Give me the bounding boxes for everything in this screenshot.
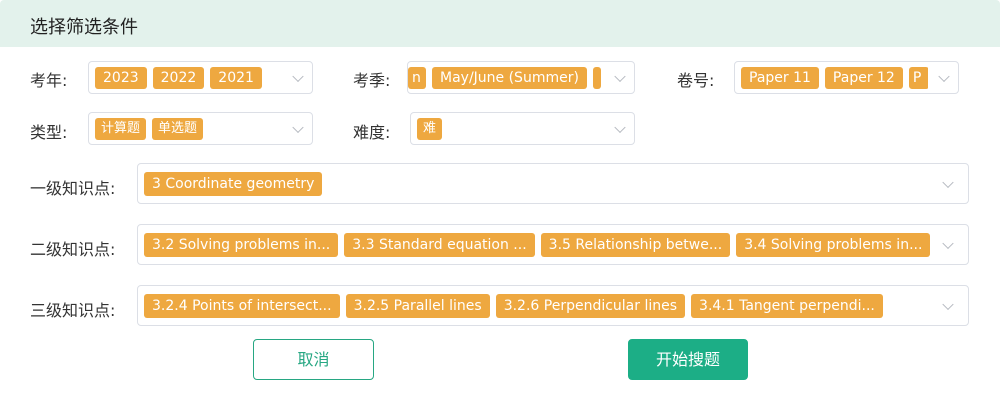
level3-label: 三级知识点:	[30, 301, 116, 320]
chevron-down-icon[interactable]	[292, 70, 304, 82]
level1-label: 一级知识点:	[30, 179, 116, 198]
chevron-down-icon[interactable]	[292, 121, 304, 133]
start-search-button[interactable]: 开始搜题	[628, 339, 748, 380]
year-tag: 2021	[210, 66, 262, 89]
level2-tag: 3.5 Relationship betwe...	[540, 232, 731, 257]
level1-tag: 3 Coordinate geometry	[144, 171, 323, 196]
paper-label: 卷号:	[677, 71, 715, 90]
year-label: 考年:	[30, 71, 68, 90]
level3-tag: 3.4.1 Tangent perpendi...	[691, 293, 883, 318]
chevron-down-icon[interactable]	[942, 176, 954, 188]
difficulty-tag: 难	[417, 117, 443, 140]
chevron-down-icon[interactable]	[614, 121, 626, 133]
dialog-title: 选择筛选条件	[30, 17, 138, 38]
paper-select[interactable]: Paper 11 Paper 12 P	[734, 61, 959, 94]
level2-tag: 3.2 Solving problems in...	[144, 232, 339, 257]
cancel-button[interactable]: 取消	[253, 339, 374, 380]
level3-tag: 3.2.5 Parallel lines	[345, 293, 490, 318]
level3-tag: 3.2.4 Points of intersect...	[144, 293, 340, 318]
chevron-down-icon[interactable]	[942, 298, 954, 310]
level2-select[interactable]: 3.2 Solving problems in... 3.3 Standard …	[137, 224, 969, 265]
season-select[interactable]: n May/June (Summer)	[407, 61, 635, 94]
season-tag: May/June (Summer)	[432, 66, 587, 89]
paper-tag: P	[908, 66, 928, 89]
difficulty-select[interactable]: 难	[410, 112, 635, 145]
chevron-down-icon[interactable]	[614, 70, 626, 82]
season-label: 考季:	[353, 71, 391, 90]
level2-tag: 3.3 Standard equation ...	[344, 232, 535, 257]
chevron-down-icon[interactable]	[942, 237, 954, 249]
paper-tag: Paper 12	[824, 66, 903, 89]
level2-tag: 3.4 Solving problems in...	[736, 232, 931, 257]
level1-select[interactable]: 3 Coordinate geometry	[137, 163, 969, 204]
difficulty-label: 难度:	[353, 123, 391, 142]
dialog-header: 选择筛选条件	[0, 0, 1000, 47]
type-label: 类型:	[30, 123, 68, 142]
type-tag: 计算题	[95, 117, 147, 140]
year-tag: 2023	[95, 66, 147, 89]
type-select[interactable]: 计算题 单选题	[88, 112, 313, 145]
type-tag: 单选题	[152, 117, 204, 140]
paper-tag: Paper 11	[741, 66, 819, 89]
season-tag: n	[408, 66, 426, 89]
chevron-down-icon[interactable]	[938, 70, 950, 82]
year-select[interactable]: 2023 2022 2021	[88, 61, 313, 94]
year-tag: 2022	[152, 66, 205, 89]
level3-tag: 3.2.6 Perpendicular lines	[495, 293, 686, 318]
season-tag	[592, 66, 601, 89]
level3-select[interactable]: 3.2.4 Points of intersect... 3.2.5 Paral…	[137, 285, 969, 326]
level2-label: 二级知识点:	[30, 240, 116, 259]
